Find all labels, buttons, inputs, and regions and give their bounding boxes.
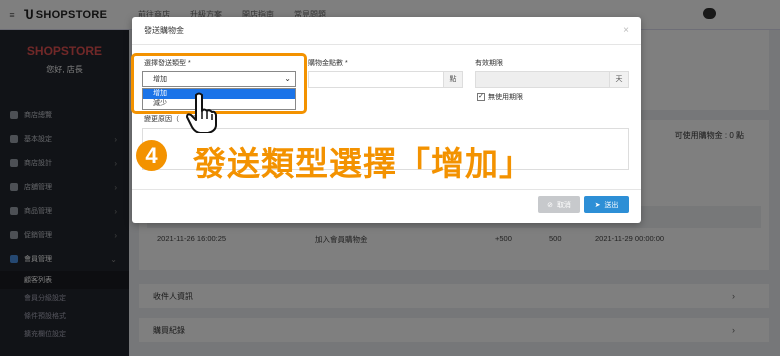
modal-header: 發送購物金 × — [132, 17, 641, 45]
paper-plane-icon: ➤ — [594, 201, 601, 209]
close-icon[interactable]: × — [623, 25, 629, 36]
pointing-hand-icon — [186, 92, 217, 133]
no-expire-row[interactable]: ✓ 無使用期限 — [477, 92, 523, 102]
expire-input[interactable] — [475, 71, 611, 88]
points-label: 購物金點數 * — [308, 60, 348, 67]
no-expire-checkbox[interactable]: ✓ — [477, 93, 485, 101]
points-unit: 點 — [443, 71, 463, 88]
ban-icon: ⊘ — [547, 201, 553, 209]
no-expire-label: 無使用期限 — [488, 94, 523, 101]
expire-unit: 天 — [609, 71, 629, 88]
send-label: 送出 — [604, 201, 619, 209]
tutorial-caption: 發送類型選擇「增加」 — [193, 145, 533, 182]
step-number-badge: 4 — [136, 140, 167, 171]
send-button[interactable]: ➤ 送出 — [584, 196, 629, 213]
points-input[interactable] — [308, 71, 462, 88]
modal-title: 發送購物金 — [144, 26, 184, 35]
expire-label: 有效期限 — [475, 60, 503, 67]
cancel-label: 取消 — [556, 201, 571, 209]
cancel-button[interactable]: ⊘ 取消 — [538, 196, 580, 213]
